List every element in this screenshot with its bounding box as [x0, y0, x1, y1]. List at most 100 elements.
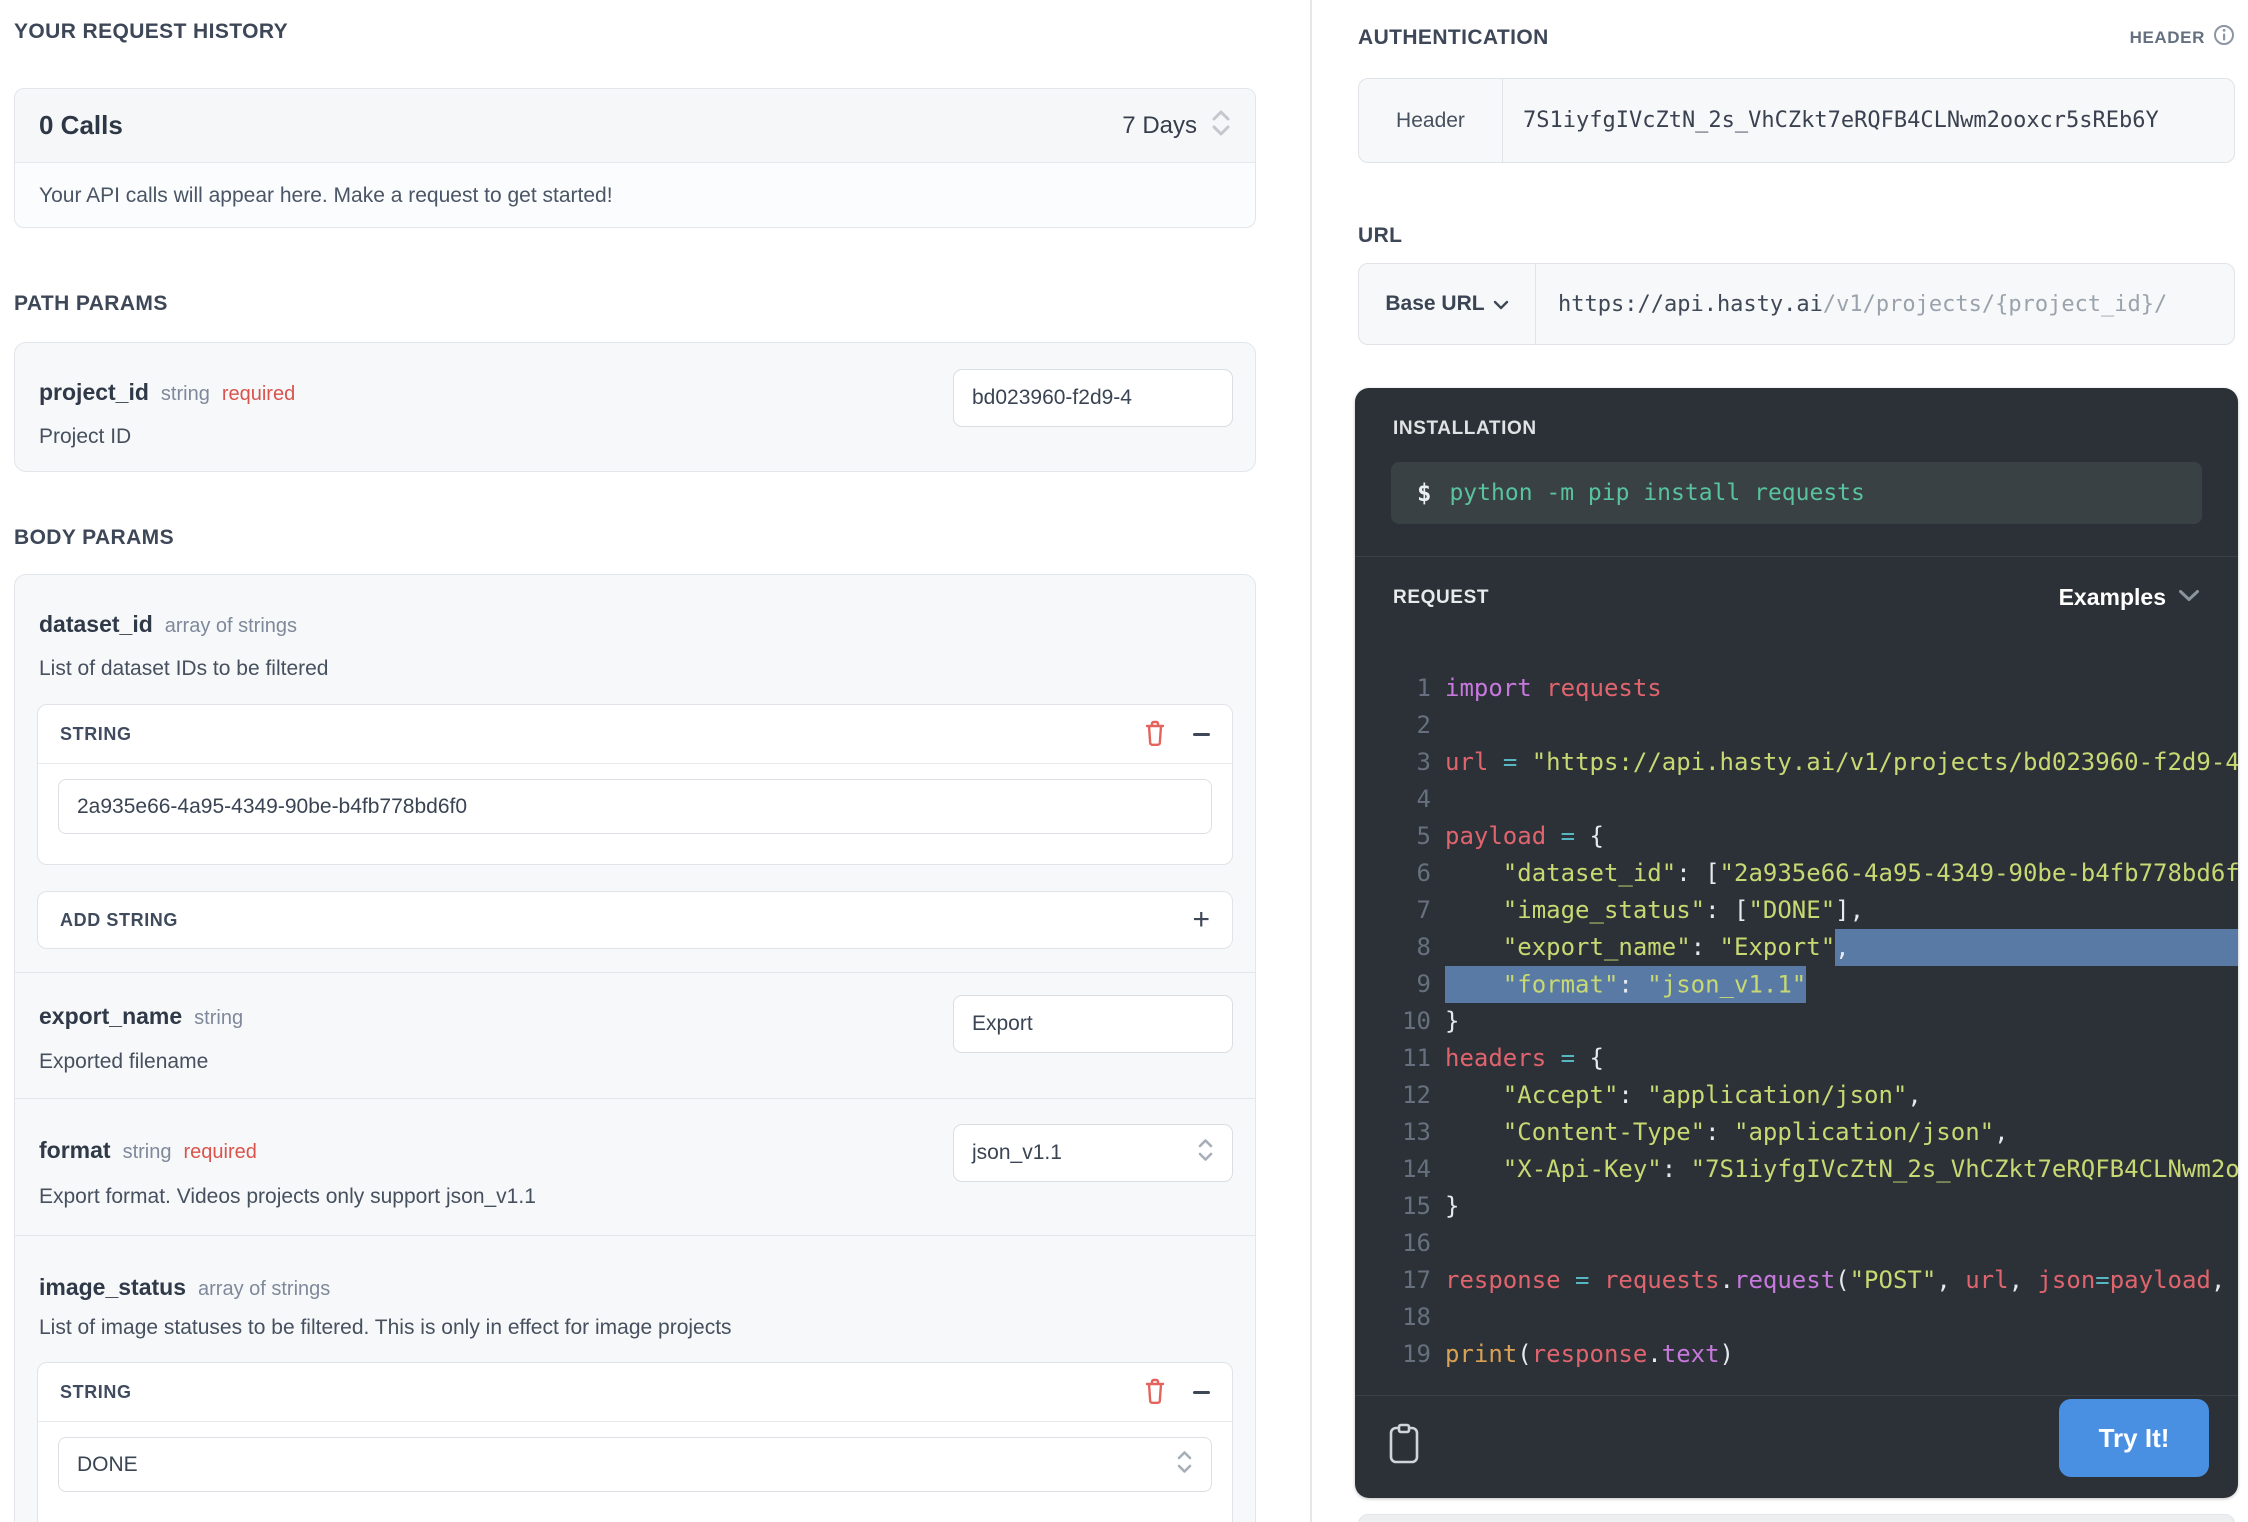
param-name: image_status: [39, 1274, 186, 1301]
code-block[interactable]: 1import requests23url = "https://api.has…: [1389, 670, 2238, 1373]
param-section-dataset-id: dataset_id array of strings List of data…: [15, 575, 1255, 973]
image-status-select[interactable]: DONE: [58, 1437, 1212, 1492]
param-section-format: format string required Export format. Vi…: [15, 1099, 1255, 1236]
param-description: List of dataset IDs to be filtered: [39, 657, 329, 681]
shell-prompt: $: [1417, 479, 1431, 507]
auth-type-label: HEADER: [2130, 28, 2205, 48]
code-line: 18: [1389, 1299, 2238, 1336]
url-field: Base URL https://api.hasty.ai/v1/project…: [1358, 263, 2235, 345]
installation-title: INSTALLATION: [1393, 418, 1537, 440]
delete-item-button[interactable]: [1143, 1377, 1167, 1408]
param-description: Export format. Videos projects only supp…: [39, 1185, 536, 1209]
updown-chevrons-icon: [1176, 1449, 1193, 1481]
param-name: dataset_id: [39, 611, 153, 638]
try-it-button[interactable]: Try It!: [2059, 1399, 2209, 1477]
dataset-id-input[interactable]: 2a935e66-4a95-4349-90be-b4fb778bd6f0: [58, 779, 1212, 834]
line-number: 14: [1389, 1151, 1431, 1188]
line-number: 17: [1389, 1262, 1431, 1299]
array-item-body: 2a935e66-4a95-4349-90be-b4fb778bd6f0: [38, 764, 1232, 849]
add-string-button[interactable]: ADD STRING +: [37, 891, 1233, 949]
request-history-box: 0 Calls 7 Days Your API calls will appea…: [14, 88, 1256, 228]
param-section-image-status: image_status array of strings List of im…: [15, 1236, 1255, 1522]
body-params-box: dataset_id array of strings List of data…: [14, 574, 1256, 1522]
code-line: 11headers = {: [1389, 1040, 2238, 1077]
line-number: 19: [1389, 1336, 1431, 1373]
line-number: 18: [1389, 1299, 1431, 1336]
line-number: 13: [1389, 1114, 1431, 1151]
format-select[interactable]: json_v1.1: [953, 1124, 1233, 1182]
url-base-segment: https://api.hasty.ai: [1558, 292, 1823, 317]
line-number: 5: [1389, 818, 1431, 855]
line-number: 11: [1389, 1040, 1431, 1077]
examples-dropdown[interactable]: Examples: [2059, 584, 2200, 611]
panel-divider: [1355, 1395, 2238, 1396]
param-header-project-id: project_id string required: [39, 379, 295, 406]
project-id-value: bd023960-f2d9-4: [972, 386, 1132, 410]
array-item-header: STRING: [38, 1363, 1232, 1422]
authentication-header-row: AUTHENTICATION HEADER: [1358, 24, 2235, 51]
code-sample-panel: INSTALLATION $ python -m pip install req…: [1355, 388, 2238, 1498]
delete-item-button[interactable]: [1143, 719, 1167, 750]
image-status-value: DONE: [77, 1453, 138, 1477]
request-history-header: 0 Calls 7 Days: [15, 89, 1255, 163]
line-number: 12: [1389, 1077, 1431, 1114]
install-command: python -m pip install requests: [1449, 480, 1864, 506]
code-line: 4: [1389, 781, 2238, 818]
auth-field-label: Header: [1359, 79, 1503, 162]
line-number: 8: [1389, 929, 1431, 966]
panel-divider: [1355, 556, 2238, 557]
add-string-label: ADD STRING: [60, 910, 178, 931]
request-form-column: YOUR REQUEST HISTORY 0 Calls 7 Days Your…: [14, 0, 1256, 1522]
chevron-down-icon: [2178, 589, 2200, 607]
code-line: 6 "dataset_id": ["2a935e66-4a95-4349-90b…: [1389, 855, 2238, 892]
line-number: 4: [1389, 781, 1431, 818]
api-key-input[interactable]: 7S1iyfgIVcZtN_2s_VhCZkt7eRQFB4CLNwm2ooxc…: [1503, 79, 2234, 162]
body-params-title: BODY PARAMS: [14, 526, 174, 550]
param-section-export-name: export_name string Exported filename Exp…: [15, 973, 1255, 1099]
code-sample-column: AUTHENTICATION HEADER Header 7S1iyfgIVcZ…: [1358, 0, 2235, 1522]
param-type: array of strings: [198, 1278, 330, 1301]
api-reference-page: YOUR REQUEST HISTORY 0 Calls 7 Days Your…: [0, 0, 2248, 1522]
code-line: 8 "export_name": "Export",: [1389, 929, 2238, 966]
request-title: REQUEST: [1393, 587, 1489, 609]
code-line: 19print(response.text): [1389, 1336, 2238, 1373]
line-number: 15: [1389, 1188, 1431, 1225]
trash-icon: [1143, 719, 1167, 750]
auth-type-badge[interactable]: HEADER: [2130, 24, 2235, 51]
line-number: 10: [1389, 1003, 1431, 1040]
path-params-title: PATH PARAMS: [14, 292, 168, 316]
base-url-select[interactable]: Base URL: [1359, 264, 1536, 344]
param-required-badge: required: [222, 383, 295, 406]
time-range-select[interactable]: 7 Days: [1122, 109, 1231, 142]
code-line: 5payload = {: [1389, 818, 2238, 855]
path-params-box: project_id string required Project ID bd…: [14, 342, 1256, 472]
request-url-input[interactable]: https://api.hasty.ai/v1/projects/{projec…: [1536, 264, 2234, 344]
code-line: 2: [1389, 707, 2238, 744]
param-type: string: [161, 383, 210, 406]
project-id-input[interactable]: bd023960-f2d9-4: [953, 369, 1233, 427]
copy-code-button[interactable]: [1388, 1423, 1420, 1468]
code-line: 15}: [1389, 1188, 2238, 1225]
array-item-body: DONE: [38, 1422, 1232, 1507]
install-command-box[interactable]: $ python -m pip install requests: [1391, 462, 2202, 524]
info-icon: [2213, 24, 2235, 51]
plus-icon: +: [1192, 905, 1210, 935]
base-url-label: Base URL: [1385, 292, 1484, 316]
line-number: 1: [1389, 670, 1431, 707]
response-section-top: [1358, 1514, 2235, 1522]
time-range-value: 7 Days: [1122, 112, 1197, 140]
param-description: Project ID: [39, 425, 131, 449]
clipboard-icon: [1388, 1453, 1420, 1468]
code-line: 7 "image_status": ["DONE"],: [1389, 892, 2238, 929]
url-path-segment: /v1/projects/{project_id}/: [1823, 292, 2167, 317]
calls-count: 0 Calls: [39, 110, 123, 141]
line-number: 6: [1389, 855, 1431, 892]
examples-label: Examples: [2059, 584, 2166, 611]
param-required-badge: required: [183, 1141, 256, 1164]
column-divider: [1310, 0, 1312, 1522]
export-name-input[interactable]: Export: [953, 995, 1233, 1053]
collapse-item-button[interactable]: [1193, 733, 1210, 736]
code-line: 14 "X-Api-Key": "7S1iyfgIVcZtN_2s_VhCZkt…: [1389, 1151, 2238, 1188]
param-description: List of image statuses to be filtered. T…: [39, 1316, 732, 1340]
collapse-item-button[interactable]: [1193, 1391, 1210, 1394]
